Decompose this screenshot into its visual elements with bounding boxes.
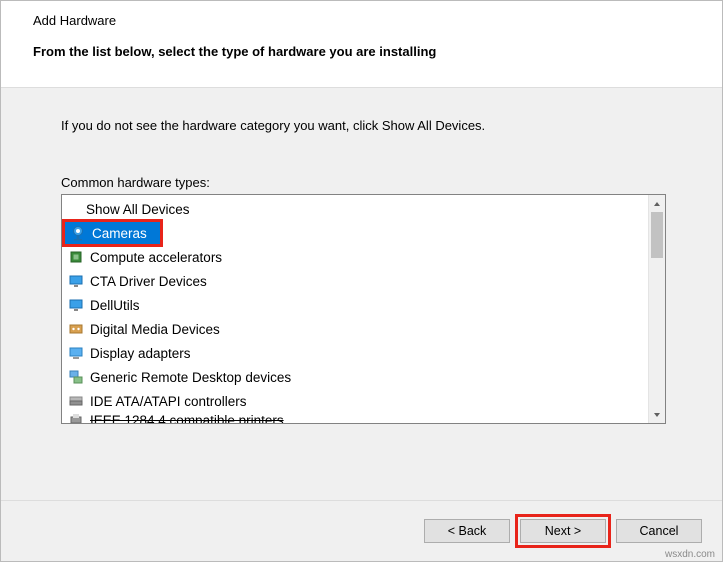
monitor-icon	[68, 273, 84, 289]
printer-icon	[68, 413, 84, 423]
list-item[interactable]: DellUtils	[62, 293, 648, 317]
wizard-window: Add Hardware From the list below, select…	[0, 0, 723, 562]
scrollbar[interactable]	[648, 195, 665, 423]
window-title: Add Hardware	[1, 7, 722, 44]
list-item[interactable]: CTA Driver Devices	[62, 269, 648, 293]
list-item[interactable]: Generic Remote Desktop devices	[62, 365, 648, 389]
item-label: Compute accelerators	[90, 250, 222, 265]
item-label: Digital Media Devices	[90, 322, 220, 337]
scroll-down-button[interactable]	[649, 406, 665, 423]
watermark: wsxdn.com	[665, 549, 715, 560]
item-label: Display adapters	[90, 346, 191, 361]
cancel-button[interactable]: Cancel	[616, 519, 702, 543]
list-item-cameras[interactable]: Cameras	[64, 221, 161, 245]
scroll-up-button[interactable]	[649, 195, 665, 212]
item-label: CTA Driver Devices	[90, 274, 207, 289]
scroll-track[interactable]	[649, 212, 665, 406]
list-label: Common hardware types:	[61, 175, 666, 190]
monitor-icon	[68, 297, 84, 313]
list-item[interactable]: Show All Devices	[62, 197, 648, 221]
scroll-thumb[interactable]	[651, 212, 663, 258]
back-button[interactable]: < Back	[424, 519, 510, 543]
item-label: Cameras	[92, 226, 147, 241]
wizard-footer: < Back Next > Cancel	[1, 500, 722, 561]
wizard-content: If you do not see the hardware category …	[1, 87, 722, 500]
disk-icon	[68, 393, 84, 409]
next-button[interactable]: Next >	[520, 519, 606, 543]
list-item[interactable]: Display adapters	[62, 341, 648, 365]
display-icon	[68, 345, 84, 361]
list-item[interactable]: IDE ATA/ATAPI controllers	[62, 389, 648, 413]
page-subtitle: From the list below, select the type of …	[1, 44, 722, 59]
list-item[interactable]: Digital Media Devices	[62, 317, 648, 341]
list-item[interactable]: Compute accelerators	[62, 245, 648, 269]
wizard-header: Add Hardware From the list below, select…	[1, 1, 722, 87]
remote-icon	[68, 369, 84, 385]
hardware-listbox[interactable]: Show All Devices Cameras Compute acceler…	[61, 194, 666, 424]
list-item[interactable]: IEEE 1284.4 compatible printers	[62, 413, 648, 423]
media-icon	[68, 321, 84, 337]
item-label: IDE ATA/ATAPI controllers	[90, 394, 247, 409]
item-label: DellUtils	[90, 298, 140, 313]
hardware-list-items: Show All Devices Cameras Compute acceler…	[62, 195, 648, 423]
item-label: IEEE 1284.4 compatible printers	[90, 413, 284, 423]
item-label: Show All Devices	[86, 202, 190, 217]
item-label: Generic Remote Desktop devices	[90, 370, 291, 385]
camera-icon	[70, 225, 86, 241]
chip-icon	[68, 249, 84, 265]
instruction-text: If you do not see the hardware category …	[61, 118, 666, 133]
